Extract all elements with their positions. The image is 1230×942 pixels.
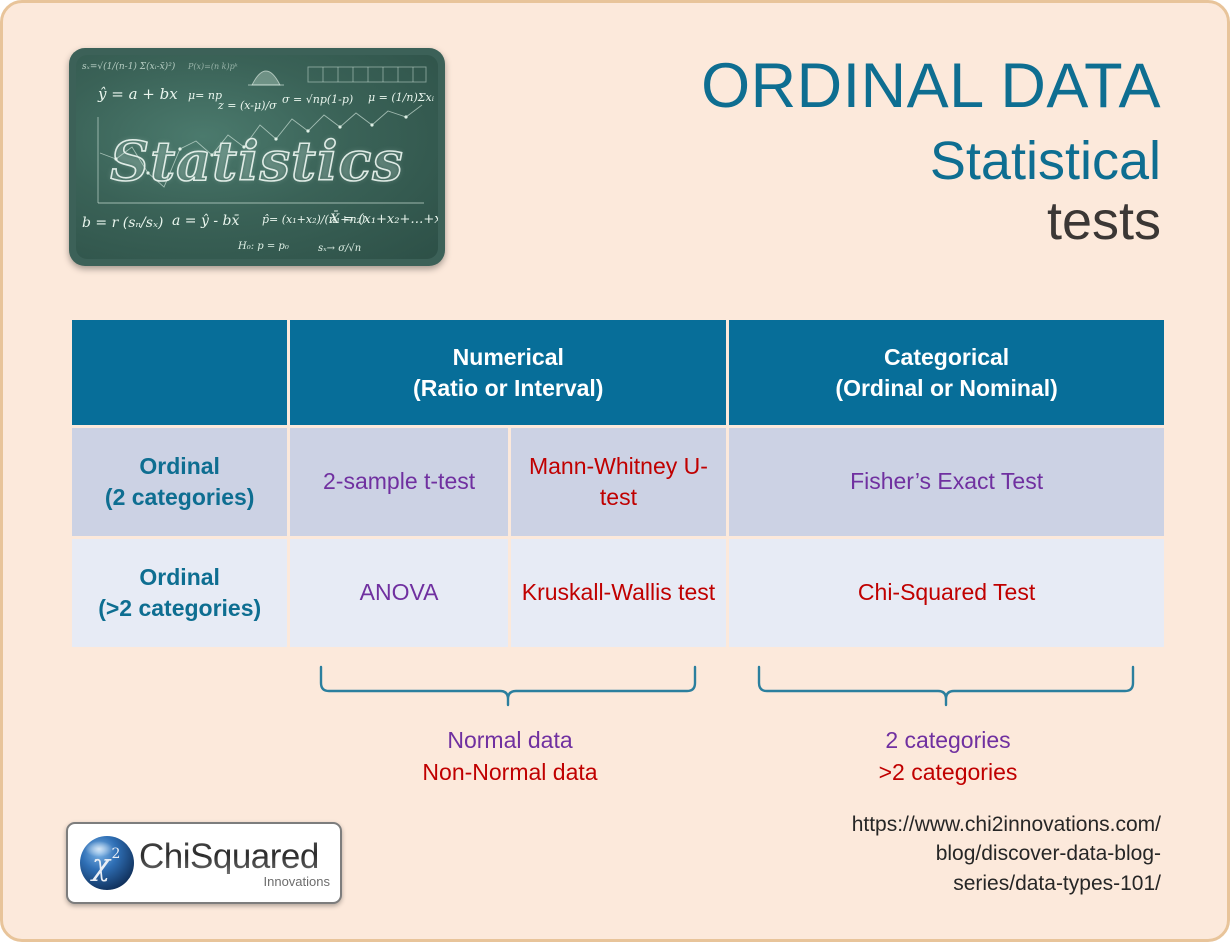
- caption-categorical: 2 categories >2 categories: [755, 725, 1141, 788]
- source-url-line1: https://www.chi2innovations.com/: [851, 812, 1161, 836]
- cell-row1-numerical-normal-text: 2-sample t-test: [323, 468, 476, 495]
- logo-tagline: Innovations: [263, 873, 331, 889]
- caption-categorical-line1: 2 categories: [885, 727, 1011, 753]
- svg-text:ŷ = a + bx: ŷ = a + bx: [97, 85, 178, 103]
- cell-row1-numerical-normal: 2-sample t-test: [290, 428, 508, 536]
- svg-text:χ: χ: [90, 848, 112, 883]
- logo-name: ChiSquared: [139, 839, 340, 874]
- header-categorical: Categorical (Ordinal or Nominal): [729, 320, 1164, 425]
- slide-canvas: sₓ=√(1/(n-1) Σ(xᵢ-x̄)²) P(x)=(n k)pᵏ ŷ =…: [0, 0, 1230, 942]
- caption-numerical: Normal data Non-Normal data: [317, 725, 703, 788]
- svg-text:sₓ=√(1/(n-1) Σ(xᵢ-x̄)²): sₓ=√(1/(n-1) Σ(xᵢ-x̄)²): [82, 61, 176, 72]
- svg-text:μ = (1/n)Σxᵢ: μ = (1/n)Σxᵢ: [368, 91, 434, 104]
- cell-row1-numerical-nonnormal: Mann-Whitney U-test: [510, 428, 727, 536]
- table-row: Ordinal (2 categories) 2-sample t-test M…: [72, 428, 1164, 536]
- brace-numerical-icon: [319, 665, 697, 707]
- svg-text:2: 2: [112, 846, 121, 862]
- cell-row2-numerical-nonnormal: Kruskall-Wallis test: [510, 539, 727, 647]
- header-numerical: Numerical (Ratio or Interval): [290, 320, 727, 425]
- page-title: ORDINAL DATA Statistical tests: [541, 51, 1161, 251]
- chalkboard-title: Statistics: [109, 128, 404, 194]
- svg-text:σ = √np(1-p): σ = √np(1-p): [282, 93, 353, 106]
- chalkboard-surface: sₓ=√(1/(n-1) Σ(xᵢ-x̄)²) P(x)=(n k)pᵏ ŷ =…: [76, 55, 438, 259]
- cell-row1-categorical-text: Fisher’s Exact Test: [850, 468, 1044, 495]
- title-subtitle-line1: Statistical: [929, 131, 1161, 191]
- chisquared-innovations-logo: χ 2 ChiSquared Innovations: [66, 822, 342, 904]
- statistics-chalkboard-image: sₓ=√(1/(n-1) Σ(xᵢ-x̄)²) P(x)=(n k)pᵏ ŷ =…: [69, 48, 445, 266]
- caption-categorical-line2: >2 categories: [878, 758, 1018, 785]
- chi-squared-sphere-icon: χ 2: [77, 833, 137, 893]
- svg-text:a = ŷ - bx̄: a = ŷ - bx̄: [172, 212, 240, 229]
- row2-label-line2: (>2 categories): [98, 595, 262, 621]
- cell-row2-numerical-nonnormal-text: Kruskall-Wallis test: [521, 579, 716, 606]
- svg-text:H₀: p = p₀: H₀: p = p₀: [237, 241, 289, 252]
- source-url-line3: series/data-types-101/: [953, 872, 1161, 896]
- row-label-ordinal-more-than-2-categories: Ordinal (>2 categories): [72, 539, 288, 647]
- svg-text:P(x)=(n k)pᵏ: P(x)=(n k)pᵏ: [187, 62, 238, 71]
- title-subtitle-line2: tests: [1046, 191, 1161, 251]
- statistical-tests-table: Numerical (Ratio or Interval) Categorica…: [69, 317, 1167, 650]
- cell-row1-numerical-nonnormal-text: Mann-Whitney U-test: [528, 452, 708, 510]
- brace-categorical-icon: [757, 665, 1135, 707]
- chi-squared-sphere-svg: χ 2: [80, 836, 134, 890]
- cell-row2-categorical: Chi-Squared Test: [729, 539, 1164, 647]
- caption-numerical-line2: Non-Normal data: [422, 758, 598, 785]
- header-categorical-line1: Categorical: [883, 344, 1010, 371]
- cell-row2-numerical-normal: ANOVA: [290, 539, 508, 647]
- brace-numerical: [317, 665, 703, 707]
- row2-label-line1: Ordinal: [139, 563, 220, 590]
- row1-label-line2: (2 categories): [104, 484, 255, 510]
- svg-text:X̄ = (x₁+x₂+…+xₙ)/n: X̄ = (x₁+x₂+…+xₙ)/n: [329, 211, 438, 227]
- cell-row2-numerical-normal-text: ANOVA: [359, 579, 439, 606]
- svg-text:sₓ→ σ/√n: sₓ→ σ/√n: [318, 243, 361, 254]
- source-url[interactable]: https://www.chi2innovations.com/ blog/di…: [731, 810, 1161, 899]
- svg-text:z = (x-μ)/σ: z = (x-μ)/σ: [217, 99, 277, 112]
- row-label-ordinal-2-categories: Ordinal (2 categories): [72, 428, 288, 536]
- header-numerical-line2: (Ratio or Interval): [413, 374, 604, 401]
- brace-categorical: [755, 665, 1141, 707]
- header-numerical-line1: Numerical: [452, 344, 564, 371]
- header-corner-cell: [72, 320, 288, 425]
- row1-label-line1: Ordinal: [139, 452, 220, 479]
- cell-row1-categorical: Fisher’s Exact Test: [729, 428, 1164, 536]
- table-row: Ordinal (>2 categories) ANOVA Kruskall-W…: [72, 539, 1164, 647]
- source-url-line2: blog/discover-data-blog-: [935, 842, 1161, 866]
- svg-text:μ= np: μ= np: [188, 89, 222, 102]
- svg-text:b = r (sₙ/sₓ): b = r (sₙ/sₓ): [82, 215, 163, 231]
- cell-row2-categorical-text: Chi-Squared Test: [857, 579, 1036, 606]
- title-main: ORDINAL DATA: [701, 51, 1161, 121]
- table-header-row: Numerical (Ratio or Interval) Categorica…: [72, 320, 1164, 425]
- caption-numerical-line1: Normal data: [447, 727, 573, 753]
- header-categorical-line2: (Ordinal or Nominal): [835, 374, 1058, 401]
